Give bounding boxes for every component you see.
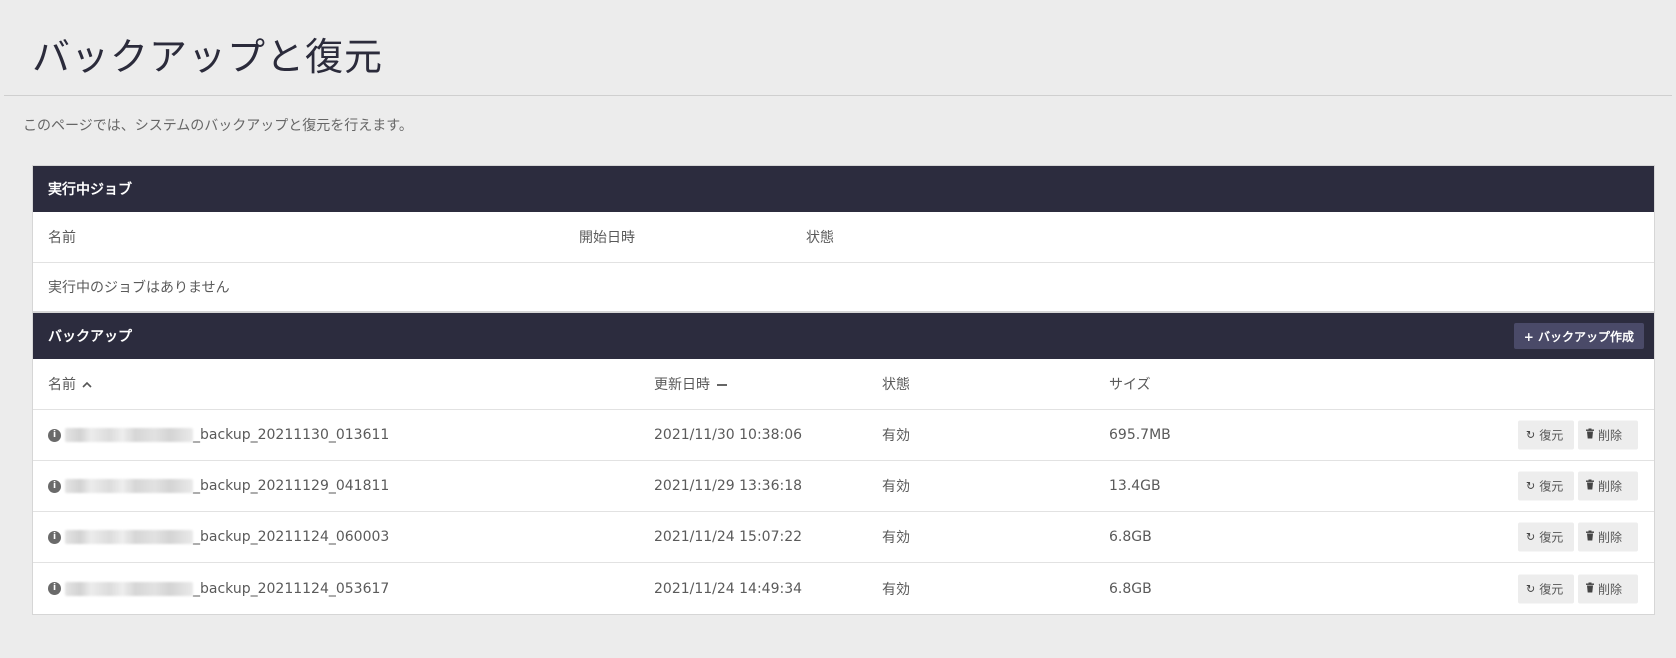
- trash-icon: [1586, 530, 1594, 544]
- delete-label: 削除: [1598, 530, 1623, 545]
- column-status: 状態: [882, 377, 910, 393]
- backup-name-cell: i _backup_20211129_041811: [48, 478, 389, 494]
- backups-panel: バックアップ + バックアップ作成 名前 更新日時 状態 サイズ i _backu…: [33, 313, 1654, 614]
- restore-button[interactable]: ↻ 復元: [1518, 574, 1574, 603]
- backup-status: 有効: [882, 530, 910, 546]
- refresh-icon: ↻: [1526, 428, 1536, 442]
- info-icon[interactable]: i: [48, 479, 61, 493]
- delete-label: 削除: [1598, 582, 1623, 596]
- info-icon[interactable]: i: [48, 582, 61, 595]
- backups-header: バックアップ + バックアップ作成: [33, 313, 1654, 359]
- running-jobs-header: 実行中ジョブ: [33, 166, 1654, 212]
- column-name-label: 名前: [48, 377, 76, 393]
- delete-button[interactable]: 削除: [1578, 471, 1638, 501]
- table-row: i _backup_20211124_060003 2021/11/24 15:0…: [33, 512, 1654, 563]
- trash-icon: [1586, 479, 1594, 493]
- running-jobs-column-header: 名前 開始日時 状態: [33, 212, 1654, 263]
- redacted-text: [65, 428, 193, 442]
- page-description: このページでは、システムのバックアップと復元を行えます。: [23, 118, 413, 134]
- delete-label: 削除: [1598, 479, 1623, 494]
- delete-button[interactable]: 削除: [1578, 522, 1638, 552]
- backup-name: _backup_20211124_053617: [193, 580, 390, 597]
- column-status: 状態: [806, 230, 834, 246]
- page-header: バックアップと復元: [4, 0, 1672, 96]
- chevron-up-icon: [82, 377, 92, 393]
- table-row: i _backup_20211129_041811 2021/11/29 13:3…: [33, 461, 1654, 512]
- restore-label: 復元: [1539, 530, 1564, 545]
- backup-size: 6.8GB: [1109, 580, 1152, 597]
- backup-name: _backup_20211130_013611: [193, 427, 390, 443]
- redacted-text: [65, 479, 193, 493]
- create-backup-button[interactable]: + バックアップ作成: [1513, 323, 1644, 349]
- running-jobs-title: 実行中ジョブ: [48, 182, 132, 198]
- restore-button[interactable]: ↻ 復元: [1518, 420, 1574, 450]
- column-name-sortable[interactable]: 名前: [48, 374, 92, 394]
- restore-label: 復元: [1539, 428, 1564, 443]
- redacted-text: [65, 530, 193, 544]
- backup-status: 有効: [882, 581, 910, 598]
- info-icon[interactable]: i: [48, 428, 61, 442]
- restore-label: 復元: [1539, 582, 1564, 596]
- restore-button[interactable]: ↻ 復元: [1518, 471, 1574, 501]
- restore-label: 復元: [1539, 479, 1564, 494]
- backup-size: 695.7MB: [1109, 427, 1171, 443]
- backup-name-cell: i _backup_20211124_060003: [48, 529, 389, 545]
- running-jobs-empty-row: 実行中のジョブはありません: [33, 263, 1654, 311]
- backup-updated: 2021/11/29 13:36:18: [654, 478, 803, 494]
- backup-status: 有効: [882, 479, 910, 495]
- backup-updated: 2021/11/24 14:49:34: [654, 580, 803, 597]
- delete-button[interactable]: 削除: [1578, 420, 1638, 450]
- backups-column-header: 名前 更新日時 状態 サイズ: [33, 359, 1654, 410]
- backup-name: _backup_20211124_060003: [193, 529, 390, 545]
- backups-title: バックアップ: [48, 329, 132, 345]
- column-updated-sortable[interactable]: 更新日時: [654, 374, 728, 394]
- table-row: i _backup_20211124_053617 2021/11/24 14:4…: [33, 563, 1654, 614]
- running-jobs-panel: 実行中ジョブ 名前 開始日時 状態 実行中のジョブはありません: [33, 166, 1654, 311]
- page-title: バックアップと復元: [32, 35, 384, 79]
- backup-size: 6.8GB: [1109, 529, 1152, 545]
- trash-icon: [1586, 428, 1594, 442]
- minus-icon: [716, 377, 728, 393]
- restore-button[interactable]: ↻ 復元: [1518, 522, 1574, 552]
- trash-icon: [1586, 582, 1594, 595]
- backup-name-cell: i _backup_20211124_053617: [48, 581, 389, 597]
- backup-updated: 2021/11/30 10:38:06: [654, 427, 803, 443]
- backup-status: 有効: [882, 428, 910, 444]
- info-icon[interactable]: i: [48, 530, 61, 544]
- refresh-icon: ↻: [1526, 582, 1536, 595]
- delete-label: 削除: [1598, 428, 1623, 443]
- refresh-icon: ↻: [1526, 530, 1536, 544]
- delete-button[interactable]: 削除: [1578, 574, 1638, 603]
- column-name: 名前: [48, 230, 76, 246]
- backup-name: _backup_20211129_041811: [193, 478, 390, 494]
- empty-message: 実行中のジョブはありません: [48, 280, 230, 296]
- redacted-text: [65, 581, 193, 596]
- column-size: サイズ: [1109, 377, 1151, 393]
- backup-size: 13.4GB: [1109, 478, 1161, 494]
- table-row: i _backup_20211130_013611 2021/11/30 10:3…: [33, 410, 1654, 461]
- column-updated-label: 更新日時: [654, 377, 710, 393]
- backup-name-cell: i _backup_20211130_013611: [48, 427, 389, 443]
- column-start-time: 開始日時: [579, 230, 635, 246]
- backup-updated: 2021/11/24 15:07:22: [654, 529, 803, 545]
- refresh-icon: ↻: [1526, 479, 1536, 493]
